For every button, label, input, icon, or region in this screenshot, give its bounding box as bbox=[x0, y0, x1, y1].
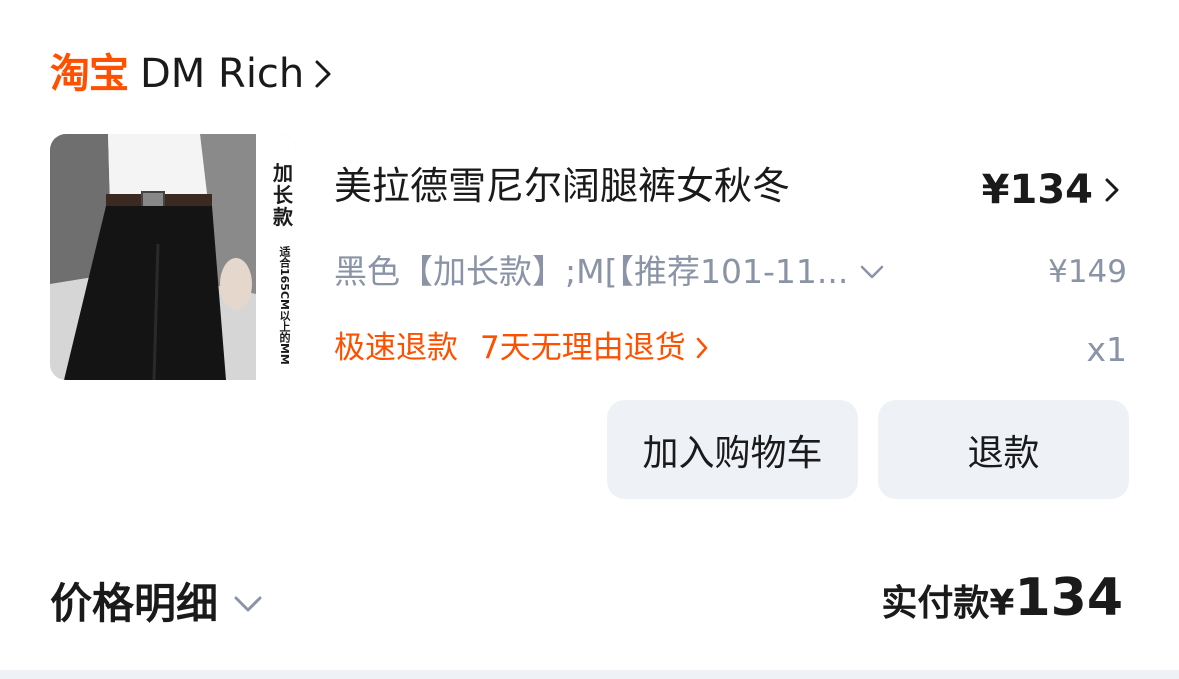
shop-header[interactable]: 淘宝 DM Rich bbox=[50, 46, 332, 102]
product-price: ¥134 bbox=[981, 167, 1093, 213]
product-title[interactable]: 美拉德雪尼尔阔腿裤女秋冬 bbox=[334, 158, 790, 214]
price-detail-toggle[interactable]: 价格明细 bbox=[50, 574, 262, 634]
service-tag-7day-return: 7天无理由退货 bbox=[480, 330, 686, 366]
section-divider bbox=[0, 670, 1179, 679]
taobao-logo: 淘宝 bbox=[50, 51, 129, 97]
paid-label: 实付款 bbox=[881, 583, 990, 624]
sku-selector[interactable]: 黑色【加长款】;M[【推荐101-11... bbox=[334, 246, 884, 298]
shop-name[interactable]: DM Rich bbox=[140, 54, 304, 94]
paid-currency: ¥ bbox=[989, 583, 1015, 624]
original-price: ¥149 bbox=[1048, 254, 1127, 290]
thumbnail-badge: 加长款 bbox=[273, 161, 293, 229]
order-item-card: 淘宝 DM Rich 加长款 适合165CM以上的MM 美拉德雪尼尔阔腿裤女秋冬… bbox=[0, 0, 1179, 670]
chevron-down-icon bbox=[860, 265, 884, 279]
chevron-right-icon bbox=[1105, 178, 1119, 202]
paid-total: 实付款 ¥ 134 bbox=[881, 566, 1123, 630]
sku-text: 黑色【加长款】;M[【推荐101-11... bbox=[334, 252, 849, 291]
price-detail-label: 价格明细 bbox=[50, 579, 219, 628]
product-photo bbox=[50, 134, 296, 380]
service-tags[interactable]: 极速退款 7天无理由退货 bbox=[334, 324, 708, 372]
product-thumbnail[interactable]: 加长款 适合165CM以上的MM bbox=[50, 134, 296, 380]
quantity: x1 bbox=[1086, 330, 1127, 369]
price-link[interactable]: ¥134 bbox=[982, 164, 1119, 216]
service-tag-fast-refund: 极速退款 bbox=[334, 330, 458, 366]
chevron-right-icon bbox=[314, 59, 332, 89]
add-to-cart-button[interactable]: 加入购物车 bbox=[607, 400, 858, 499]
chevron-down-icon bbox=[234, 596, 262, 612]
thumbnail-subtext: 适合165CM以上的MM bbox=[278, 246, 291, 365]
paid-amount: 134 bbox=[1014, 568, 1123, 628]
chevron-right-icon bbox=[696, 337, 708, 359]
refund-button[interactable]: 退款 bbox=[878, 400, 1129, 499]
